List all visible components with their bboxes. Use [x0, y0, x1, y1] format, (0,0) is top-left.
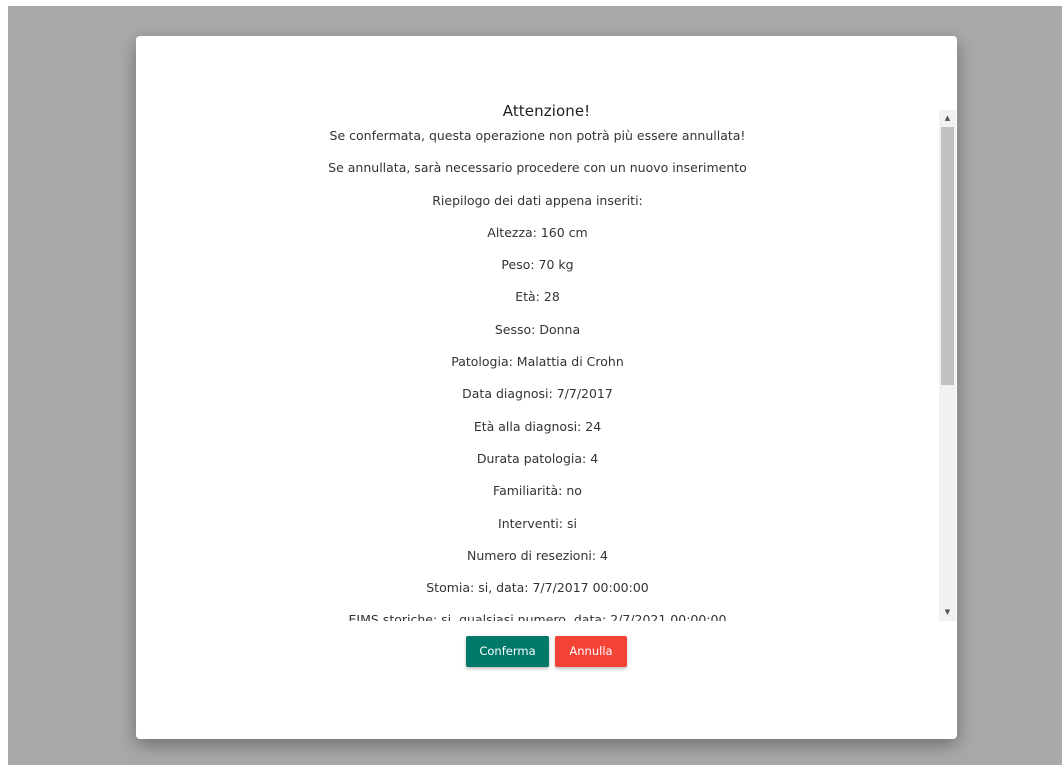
- summary-scrollbar[interactable]: ▲ ▼: [939, 110, 956, 621]
- summary-diagnosis-age: Età alla diagnosi: 24: [473, 418, 602, 434]
- summary-pathology-duration: Durata patologia: 4: [476, 450, 599, 466]
- summary-interventions: Interventi: si: [498, 515, 577, 531]
- summary-familiarity: Familiarità: no: [493, 483, 582, 499]
- summary-scroll-area[interactable]: Se confermata, questa operazione non pot…: [136, 110, 939, 621]
- summary-weight: Peso: 70 kg: [501, 257, 574, 273]
- summary-heading: Riepilogo dei dati appena inseriti:: [432, 192, 643, 208]
- scroll-up-icon[interactable]: ▲: [939, 110, 956, 127]
- summary-pathology: Patologia: Malattia di Crohn: [451, 354, 624, 370]
- summary-stoma: Stomia: si, data: 7/7/2017 00:00:00: [426, 580, 649, 596]
- summary-list: Se confermata, questa operazione non pot…: [136, 110, 939, 621]
- summary-diagnosis-date: Data diagnosi: 7/7/2017: [462, 386, 613, 402]
- scroll-down-icon[interactable]: ▼: [939, 604, 956, 621]
- warning-cancel-text: Se annullata, sarà necessario procedere …: [328, 160, 747, 176]
- summary-age: Età: 28: [515, 289, 560, 305]
- cancel-button[interactable]: Annulla: [555, 636, 627, 667]
- summary-eims: EIMS storiche: si, qualsiasi numero, dat…: [348, 612, 727, 621]
- scroll-thumb[interactable]: [941, 127, 954, 385]
- confirm-button[interactable]: Conferma: [466, 636, 549, 667]
- summary-resections: Numero di resezioni: 4: [467, 547, 608, 563]
- warning-confirm-text: Se confermata, questa operazione non pot…: [329, 128, 746, 143]
- summary-sex: Sesso: Donna: [494, 321, 581, 337]
- summary-height: Altezza: 160 cm: [487, 224, 588, 240]
